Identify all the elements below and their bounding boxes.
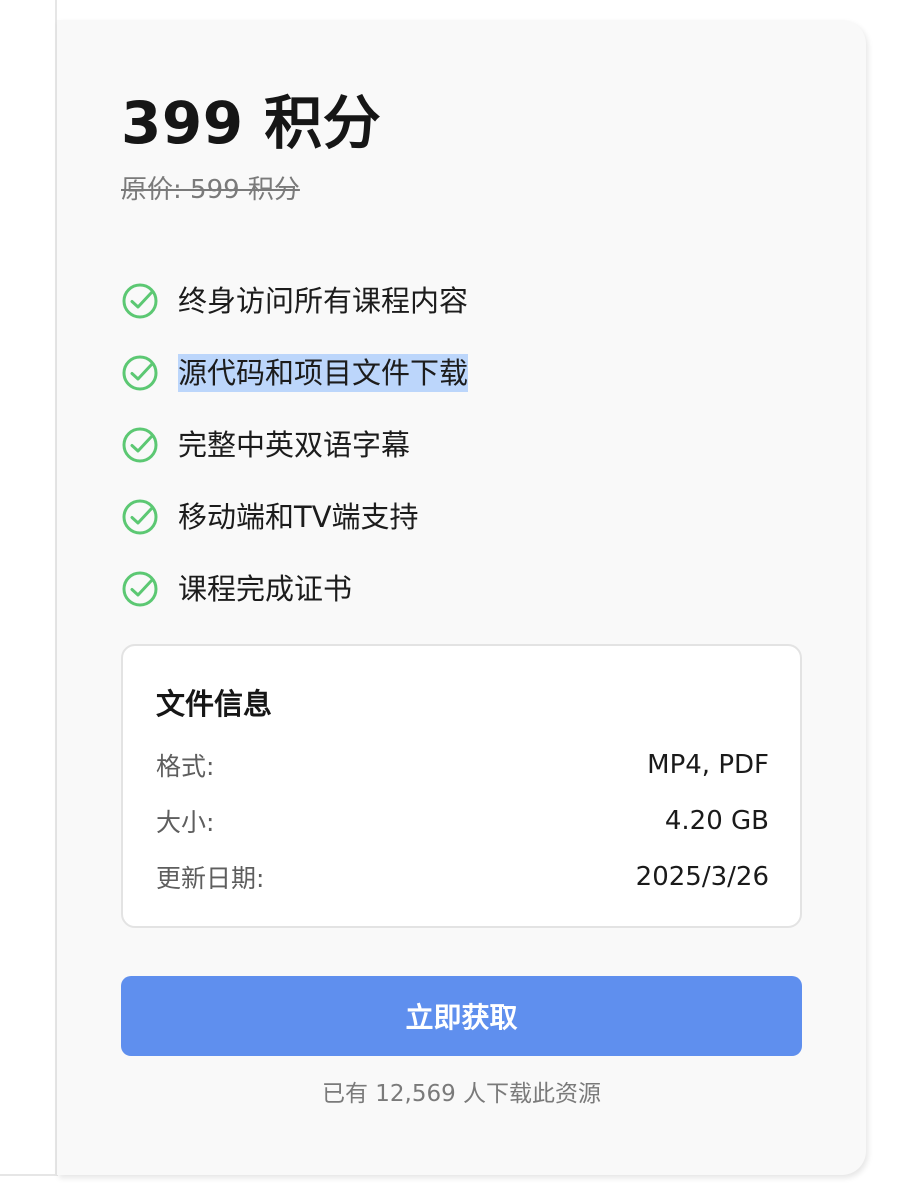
feature-item: 终身访问所有课程内容 bbox=[121, 265, 468, 337]
get-now-button[interactable]: 立即获取 bbox=[121, 976, 802, 1056]
check-circle-icon bbox=[122, 283, 158, 319]
feature-item: 源代码和项目文件下载 bbox=[121, 337, 469, 409]
check-circle-icon bbox=[122, 499, 158, 535]
feature-label: 终身访问所有课程内容 bbox=[178, 284, 469, 318]
feature-label: 完整中英双语字幕 bbox=[178, 428, 411, 462]
price: 399 积分 bbox=[121, 89, 382, 157]
check-circle-icon bbox=[122, 571, 158, 607]
feature-label: 移动端和TV端支持 bbox=[178, 500, 419, 534]
feature-label: 源代码和项目文件下载 bbox=[178, 354, 469, 392]
feature-item: 课程完成证书 bbox=[121, 553, 468, 625]
check-circle-icon bbox=[122, 427, 158, 463]
info-value: 2025/3/26 bbox=[635, 862, 769, 892]
feature-list: 终身访问所有课程内容 源代码和项目文件下载 完整中英双语字幕 移动端和TV端支持 bbox=[121, 265, 469, 625]
info-key: 更新日期: bbox=[156, 864, 265, 893]
info-row-updated: 更新日期: 2025/3/26 bbox=[156, 857, 769, 897]
info-key: 格式: bbox=[156, 752, 215, 781]
bottom-divider bbox=[0, 1174, 58, 1176]
info-row-format: 格式: MP4, PDF bbox=[156, 745, 769, 785]
info-key: 大小: bbox=[156, 808, 215, 837]
info-row-size: 大小: 4.20 GB bbox=[156, 801, 769, 841]
check-circle-icon bbox=[122, 355, 158, 391]
feature-item: 完整中英双语字幕 bbox=[121, 409, 468, 481]
file-info-panel: 文件信息 格式: MP4, PDF 大小: 4.20 GB 更新日期: 2025… bbox=[121, 644, 802, 928]
info-value: MP4, PDF bbox=[647, 750, 769, 780]
feature-item: 移动端和TV端支持 bbox=[121, 481, 468, 553]
download-count: 已有 12,569 人下载此资源 bbox=[321, 1081, 602, 1107]
feature-label: 课程完成证书 bbox=[178, 572, 353, 606]
original-price: 原价: 599 积分 bbox=[121, 175, 300, 205]
pricing-card: 399 积分 原价: 599 积分 终身访问所有课程内容 源代码和项目文件下载 … bbox=[57, 20, 866, 1175]
info-value: 4.20 GB bbox=[664, 806, 769, 836]
file-info-title: 文件信息 bbox=[156, 687, 273, 721]
